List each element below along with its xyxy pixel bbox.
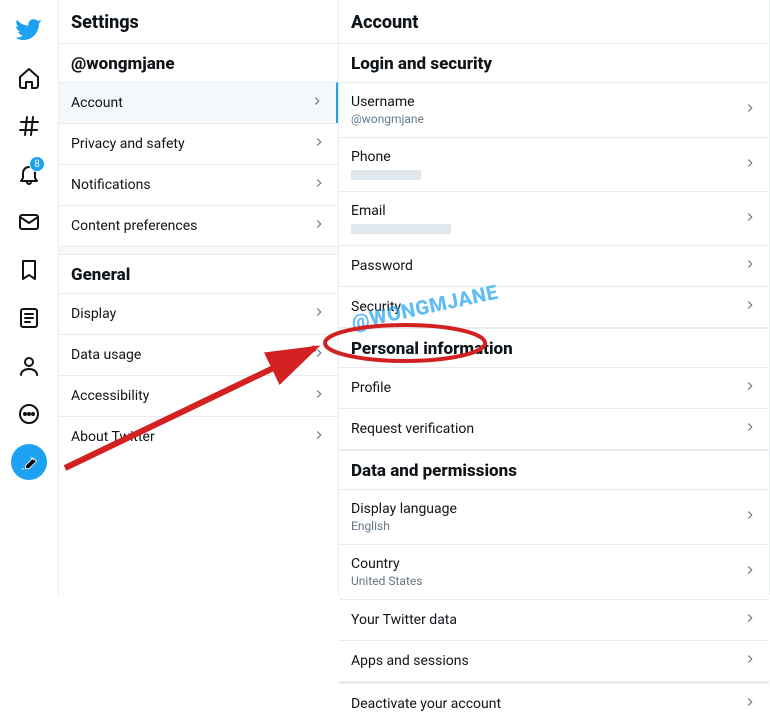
row-label: Your Twitter data <box>351 612 457 628</box>
deactivate-label: Deactivate your account <box>351 696 501 712</box>
chevron-right-icon <box>743 652 757 670</box>
dataperm-row-apps-and-sessions[interactable]: Apps and sessions <box>339 640 769 681</box>
row-label: Apps and sessions <box>351 653 469 669</box>
chevron-right-icon <box>743 611 757 629</box>
annotation-overlay <box>0 0 770 595</box>
dataperm-row-your-twitter-data[interactable]: Your Twitter data <box>339 599 769 640</box>
deactivate-row[interactable]: Deactivate your account <box>339 683 769 724</box>
chevron-right-icon <box>743 695 757 713</box>
